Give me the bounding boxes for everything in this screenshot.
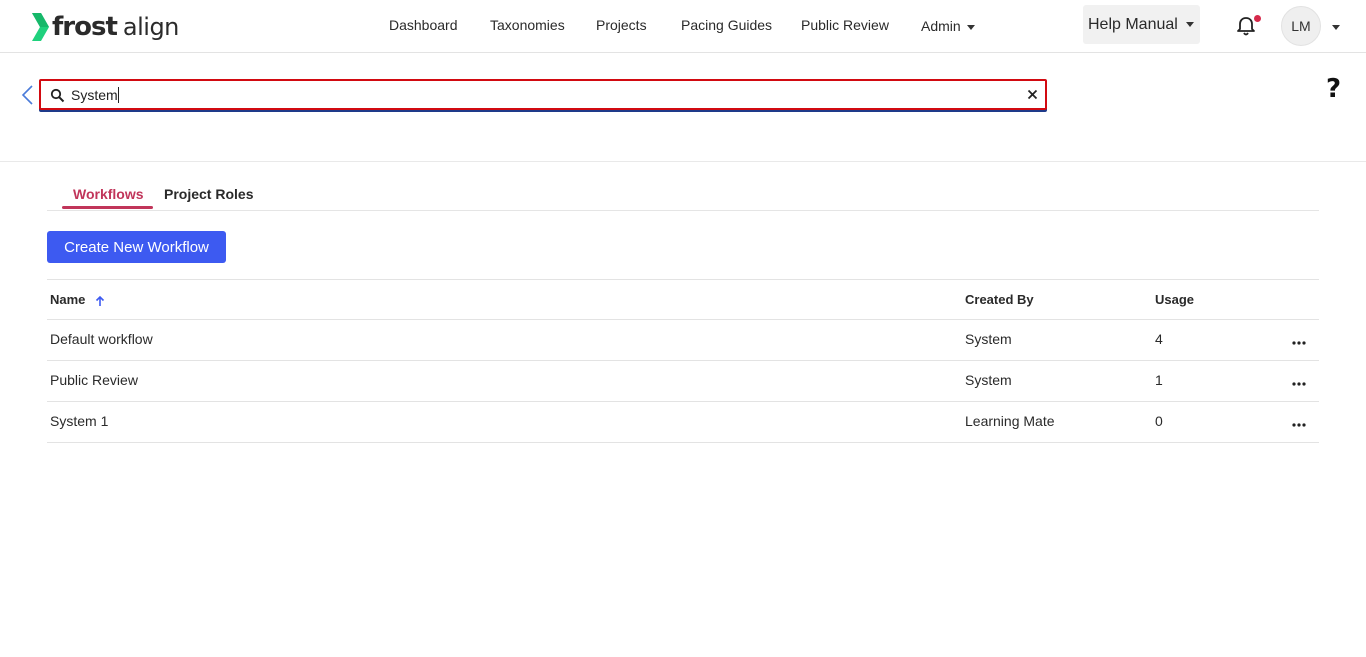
frost-align-logo[interactable]: frost align [30,9,179,45]
workflow-usage: 0 [1155,413,1163,429]
notification-dot [1254,15,1261,22]
nav-admin-label: Admin [921,18,961,34]
column-header-usage[interactable]: Usage [1155,292,1194,307]
logo-text-light: align [122,13,180,41]
tab-bar: Workflows Project Roles [47,180,1319,211]
column-header-name[interactable]: Name [50,292,105,307]
nav-dashboard[interactable]: Dashboard [389,17,458,33]
workflow-created-by: Learning Mate [965,413,1055,429]
table-row[interactable]: Default workflow System 4 [47,320,1319,361]
workflow-usage: 4 [1155,331,1163,347]
workflow-name[interactable]: Public Review [50,372,138,388]
logo-chevron-icon [32,13,49,41]
search-input[interactable] [71,84,1011,105]
nav-pacing-guides[interactable]: Pacing Guides [681,17,772,33]
logo-text-bold: frost [52,12,118,42]
column-header-name-label: Name [50,292,86,307]
text-cursor [118,87,119,103]
help-manual-button[interactable]: Help Manual [1083,5,1200,44]
search-icon [50,88,65,103]
user-avatar[interactable]: LM [1281,6,1321,46]
table-header-row: Name Created By Usage [47,279,1319,320]
tab-workflows[interactable]: Workflows [73,186,144,202]
tab-project-roles[interactable]: Project Roles [164,186,253,202]
chevron-down-icon [1185,22,1194,27]
sort-ascending-icon[interactable] [95,295,105,307]
chevron-down-icon [966,24,975,30]
search-box [39,79,1047,110]
more-options-icon[interactable] [1291,416,1307,432]
table-row[interactable]: System 1 Learning Mate 0 [47,402,1319,443]
section-divider [0,161,1366,162]
table-row[interactable]: Public Review System 1 [47,361,1319,402]
help-manual-label: Help Manual [1088,15,1178,33]
chevron-down-icon[interactable] [1332,25,1340,30]
workflow-created-by: System [965,372,1012,388]
back-arrow-icon[interactable] [20,84,36,106]
nav-public-review[interactable]: Public Review [801,17,889,33]
user-initials: LM [1291,18,1311,34]
nav-admin-dropdown[interactable]: Admin [921,18,975,34]
top-navigation-bar: frost align Dashboard Taxonomies Project… [0,0,1366,53]
column-header-created-by[interactable]: Created By [965,292,1034,307]
workflow-name[interactable]: Default workflow [50,331,153,347]
more-options-icon[interactable] [1291,375,1307,391]
active-tab-indicator [62,206,153,209]
create-new-workflow-button[interactable]: Create New Workflow [47,231,226,263]
workflow-usage: 1 [1155,372,1163,388]
more-options-icon[interactable] [1291,334,1307,350]
workflows-table: Name Created By Usage Default workflow S… [47,279,1319,443]
nav-projects[interactable]: Projects [596,17,647,33]
close-icon[interactable] [1027,89,1038,100]
workflow-created-by: System [965,331,1012,347]
workflow-name[interactable]: System 1 [50,413,108,429]
help-question-icon[interactable]: ? [1326,74,1341,104]
nav-taxonomies[interactable]: Taxonomies [490,17,565,33]
